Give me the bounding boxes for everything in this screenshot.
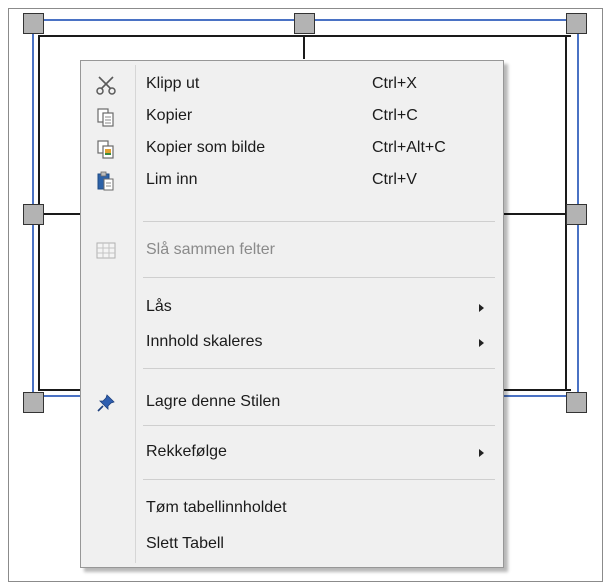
menu-separator [143,479,495,480]
menu-item-label: Rekkefølge [146,443,227,460]
menu-item-order[interactable]: Rekkefølge [81,437,503,469]
pin-icon [95,392,117,414]
menu-item-shortcut: Ctrl+X [372,75,417,92]
menu-item-copy[interactable]: Kopier Ctrl+C [81,101,503,133]
menu-item-lock[interactable]: Lås [81,292,503,324]
menu-item-delete-table[interactable]: Slett Tabell [81,529,503,561]
submenu-arrow-icon [479,449,484,457]
menu-item-label: Kopier [146,107,193,124]
menu-item-label: Lagre denne Stilen [146,393,281,410]
resize-handle-bottom-right[interactable] [566,392,587,413]
copy-as-image-icon [95,138,117,160]
menu-separator [143,277,495,278]
menu-item-shortcut: Ctrl+V [372,171,417,188]
menu-item-shortcut: Ctrl+Alt+C [372,139,446,156]
canvas: Klipp ut Ctrl+X Kopier Ctrl+C Kopier som… [0,0,605,584]
merge-cells-icon [95,240,117,262]
menu-item-cut[interactable]: Klipp ut Ctrl+X [81,69,503,101]
submenu-arrow-icon [479,339,484,347]
menu-item-copy-as-image[interactable]: Kopier som bilde Ctrl+Alt+C [81,133,503,165]
menu-item-label: Kopier som bilde [146,139,266,156]
paste-icon [95,170,117,192]
menu-item-shortcut: Ctrl+C [372,107,418,124]
table-column-divider [303,35,305,59]
menu-separator [143,368,495,369]
resize-handle-top-left[interactable] [23,13,44,34]
menu-item-label: Lim inn [146,171,198,188]
submenu-arrow-icon [479,304,484,312]
menu-item-clear-table-content[interactable]: Tøm tabellinnholdet [81,493,503,525]
menu-item-label: Tøm tabellinnholdet [146,499,287,516]
menu-item-content-scaling[interactable]: Innhold skaleres [81,327,503,359]
menu-item-merge-cells[interactable]: Slå sammen felter [81,235,503,267]
resize-handle-top-center[interactable] [294,13,315,34]
resize-handle-top-right[interactable] [566,13,587,34]
menu-separator [143,221,495,222]
resize-handle-bottom-left[interactable] [23,392,44,413]
resize-handle-middle-left[interactable] [23,204,44,225]
copy-icon [95,106,117,128]
menu-item-paste[interactable]: Lim inn Ctrl+V [81,165,503,197]
menu-item-label: Slett Tabell [146,535,224,552]
scissors-icon [95,74,117,96]
menu-item-label: Innhold skaleres [146,333,263,350]
menu-item-save-style[interactable]: Lagre denne Stilen [81,387,503,419]
menu-item-label: Klipp ut [146,75,200,92]
menu-item-label: Slå sammen felter [146,241,275,258]
menu-separator [143,425,495,426]
context-menu: Klipp ut Ctrl+X Kopier Ctrl+C Kopier som… [80,60,504,568]
menu-item-label: Lås [146,298,172,315]
resize-handle-middle-right[interactable] [566,204,587,225]
